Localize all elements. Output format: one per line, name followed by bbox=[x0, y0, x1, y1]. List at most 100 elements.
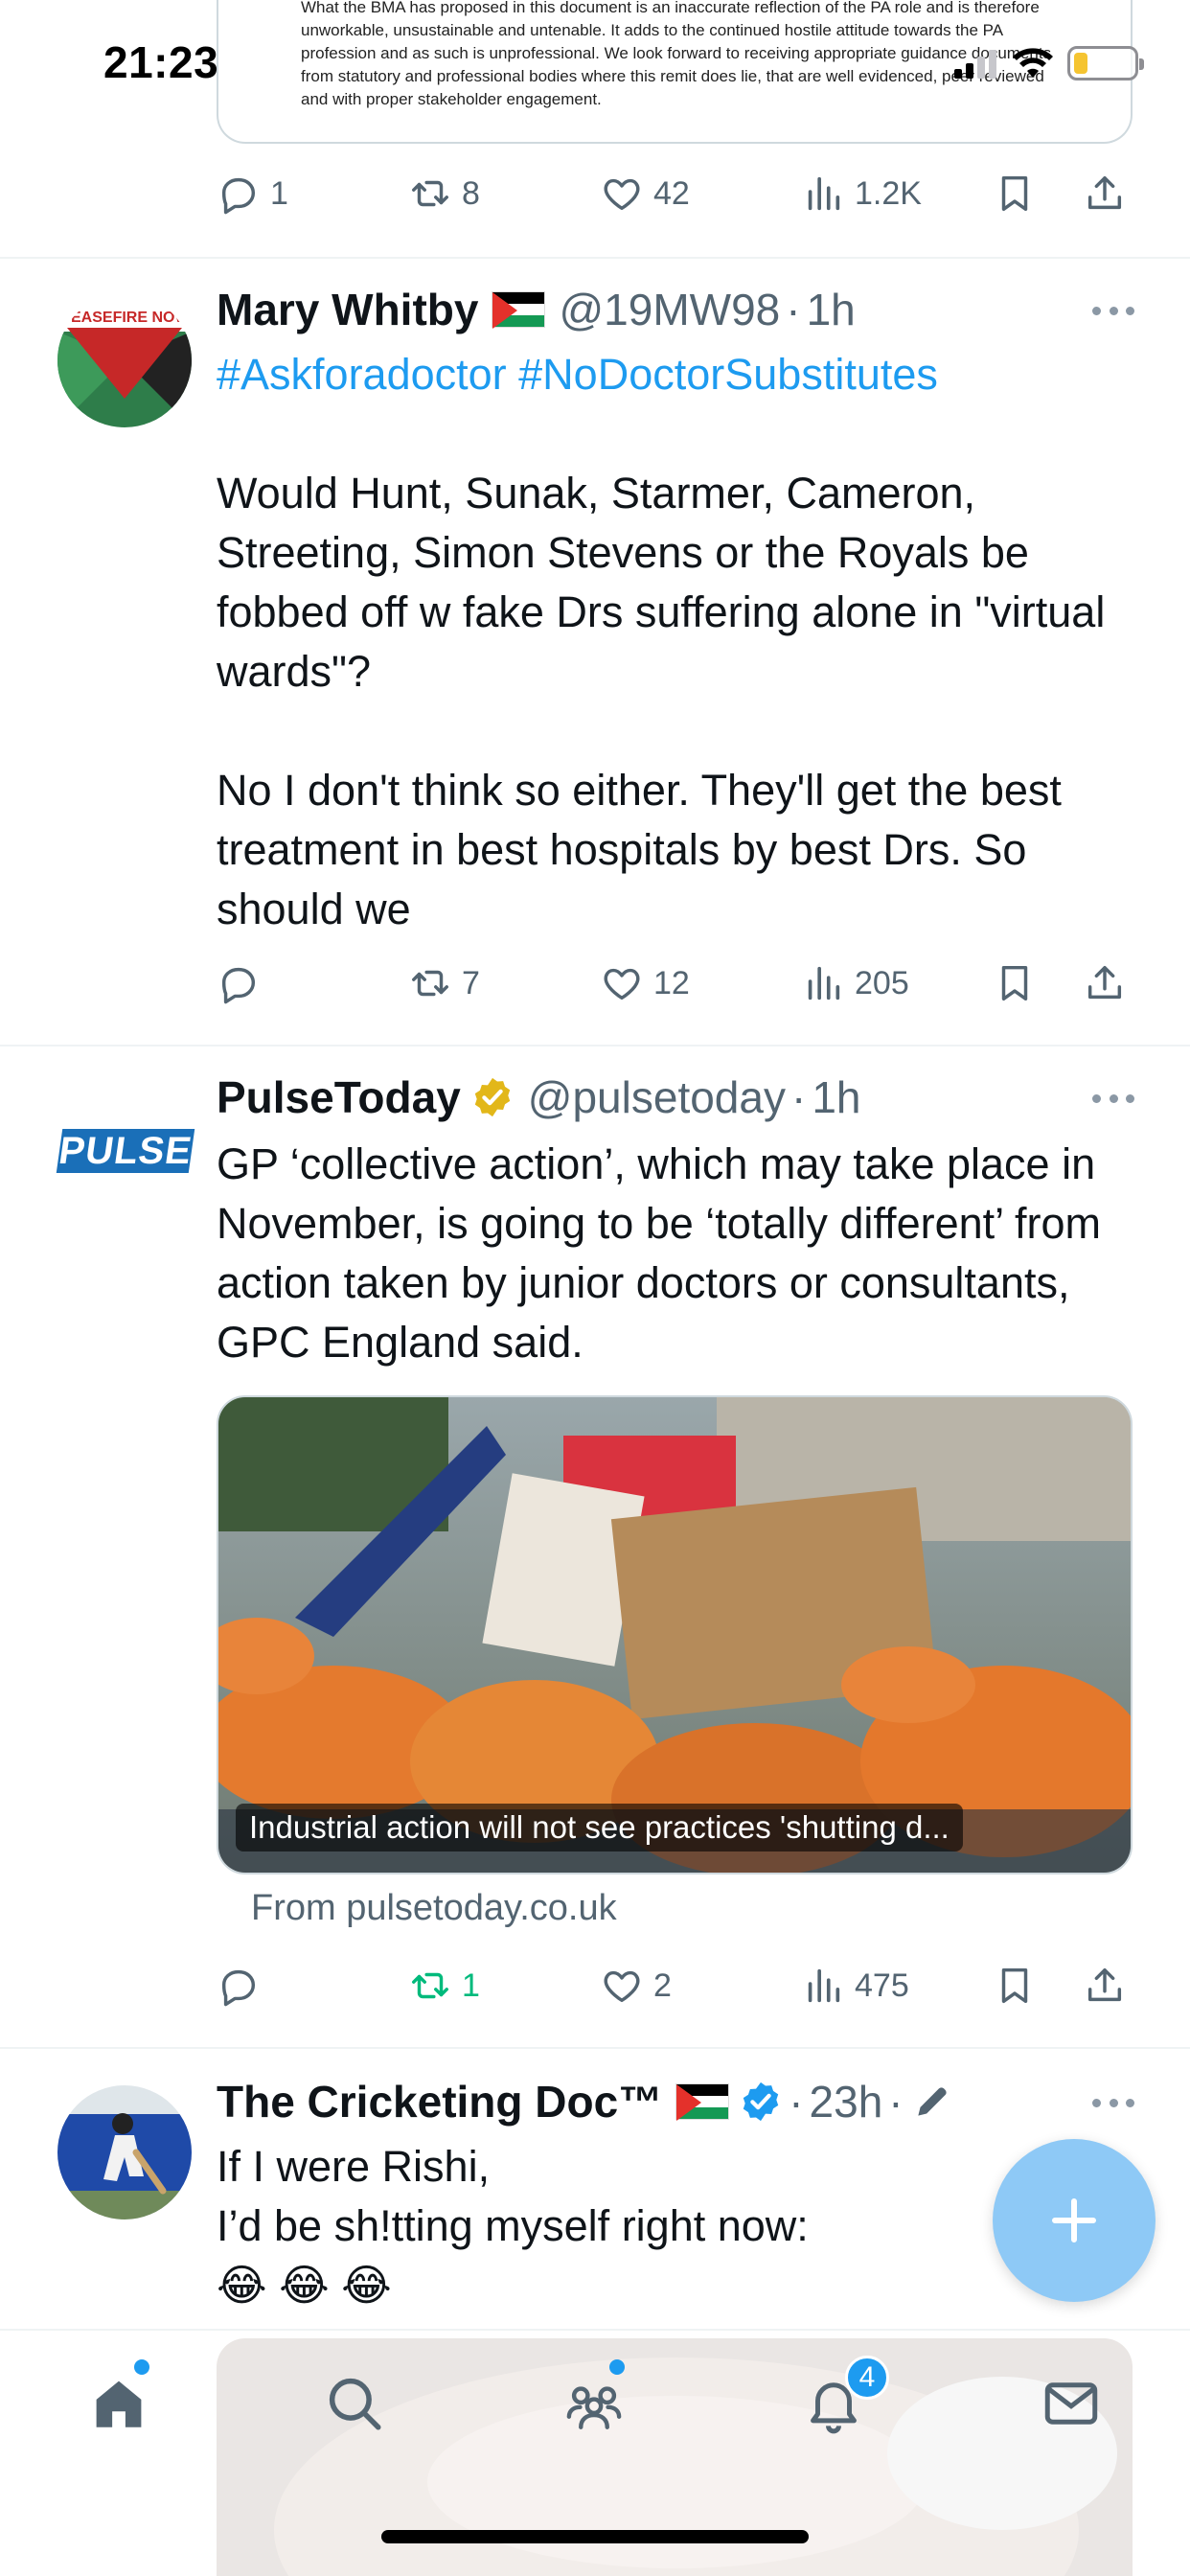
home-indicator bbox=[381, 2530, 809, 2543]
avatar-logo-text: PULSE bbox=[56, 1129, 195, 1172]
author-handle[interactable]: @pulsetoday bbox=[528, 1071, 786, 1123]
tab-search[interactable] bbox=[316, 2365, 393, 2442]
tweet-actions: 1 2 475 bbox=[217, 1957, 1133, 2014]
reply-count: 1 bbox=[270, 174, 288, 212]
author-name[interactable]: PulseToday bbox=[217, 1071, 461, 1123]
like-button[interactable]: 12 bbox=[600, 961, 801, 1005]
repost-button[interactable]: 8 bbox=[408, 172, 600, 216]
tab-home[interactable] bbox=[80, 2365, 157, 2442]
tab-messages[interactable] bbox=[1033, 2365, 1110, 2442]
separator-dot: · bbox=[789, 2077, 804, 2127]
bookmark-icon bbox=[1001, 965, 1028, 1001]
reply-icon bbox=[221, 177, 256, 215]
more-options-button[interactable] bbox=[1092, 1094, 1134, 1106]
repost-button[interactable]: 1 bbox=[408, 1964, 600, 2008]
notifications-badge: 4 bbox=[845, 2356, 889, 2400]
like-icon bbox=[604, 1970, 640, 2003]
share-button[interactable] bbox=[1083, 172, 1127, 216]
repost-icon bbox=[412, 970, 448, 997]
repost-button[interactable]: 7 bbox=[408, 961, 600, 1005]
share-icon bbox=[1087, 175, 1122, 210]
tweet-header: Mary Whitby @19MW98 · 1h bbox=[217, 284, 856, 335]
views-button[interactable]: 205 bbox=[801, 961, 993, 1005]
share-icon bbox=[1087, 1967, 1122, 2002]
like-button[interactable]: 2 bbox=[600, 1964, 801, 2008]
tweet-time: 23h bbox=[809, 2077, 883, 2127]
tab-communities[interactable] bbox=[556, 2365, 632, 2442]
repost-icon bbox=[412, 180, 448, 207]
share-button[interactable] bbox=[1083, 961, 1127, 1005]
like-count: 12 bbox=[653, 964, 690, 1001]
compose-icon bbox=[1052, 2198, 1096, 2242]
tweet-actions: 1 8 42 1.2K bbox=[217, 165, 1133, 222]
author-name[interactable]: Mary Whitby bbox=[217, 284, 478, 335]
repost-icon bbox=[412, 1972, 448, 1999]
compose-button[interactable] bbox=[993, 2139, 1156, 2302]
repost-count: 7 bbox=[462, 964, 480, 1001]
share-button[interactable] bbox=[1083, 1964, 1127, 2008]
reply-icon bbox=[221, 1969, 256, 2007]
avatar-text: CEASEFIRE NOW bbox=[59, 310, 190, 326]
avatar[interactable] bbox=[57, 2085, 192, 2220]
bookmark-icon bbox=[1001, 175, 1028, 212]
reply-icon bbox=[221, 967, 256, 1004]
divider bbox=[0, 1045, 1190, 1046]
author-handle[interactable]: @19MW98 bbox=[559, 284, 780, 335]
more-options-button[interactable] bbox=[1092, 2099, 1134, 2110]
battery-icon bbox=[1067, 46, 1144, 80]
communities-unread-dot bbox=[609, 2359, 625, 2375]
like-count: 42 bbox=[653, 174, 690, 212]
messages-icon bbox=[1044, 2382, 1098, 2425]
tweet-header: The Cricketing Doc™ · 23h · bbox=[217, 2076, 953, 2128]
bookmark-button[interactable] bbox=[993, 172, 1083, 216]
tweet-time: 1h bbox=[806, 285, 856, 334]
repost-count: 8 bbox=[462, 174, 480, 212]
views-icon bbox=[808, 176, 840, 211]
avatar[interactable]: PULSE bbox=[56, 1129, 195, 1173]
more-options-button[interactable] bbox=[1092, 307, 1134, 318]
repost-count: 1 bbox=[462, 1966, 480, 2004]
views-icon bbox=[808, 966, 840, 1000]
like-icon bbox=[604, 178, 640, 211]
reply-button[interactable] bbox=[217, 961, 408, 1005]
separator-dot: · bbox=[790, 1072, 807, 1122]
share-icon bbox=[1087, 965, 1122, 1000]
views-icon bbox=[808, 1968, 840, 2003]
reply-button[interactable]: 1 bbox=[217, 172, 408, 216]
cellular-signal-icon bbox=[954, 50, 996, 79]
link-card-image[interactable]: Industrial action will not see practices… bbox=[217, 1395, 1133, 1874]
bookmark-button[interactable] bbox=[993, 1964, 1083, 2008]
link-source[interactable]: From pulsetoday.co.uk bbox=[251, 1888, 617, 1929]
divider bbox=[0, 257, 1190, 259]
communities-icon bbox=[566, 2386, 622, 2429]
separator-dot: · bbox=[888, 2077, 904, 2127]
palestine-flag-icon bbox=[675, 2083, 730, 2121]
reply-button[interactable] bbox=[217, 1964, 408, 2008]
bookmark-button[interactable] bbox=[993, 961, 1083, 1005]
wifi-icon bbox=[1013, 48, 1053, 78]
avatar[interactable]: CEASEFIRE NOW bbox=[57, 293, 192, 427]
views-count: 205 bbox=[855, 964, 909, 1001]
status-icons bbox=[954, 46, 1144, 80]
tweet-header: PulseToday @pulsetoday · 1h bbox=[217, 1071, 860, 1123]
tweet-hashtags[interactable]: #Askforadoctor #NoDoctorSubstitutes bbox=[217, 345, 1136, 404]
like-button[interactable]: 42 bbox=[600, 172, 801, 216]
quoted-card-text: What the BMA has proposed in this docume… bbox=[301, 0, 1052, 108]
views-count: 1.2K bbox=[855, 174, 922, 212]
views-count: 475 bbox=[855, 1966, 909, 2004]
like-count: 2 bbox=[653, 1966, 672, 2004]
status-time: 21:23 bbox=[103, 37, 219, 87]
like-icon bbox=[604, 968, 640, 1000]
separator-dot: · bbox=[786, 285, 801, 334]
avatar-cricket-image bbox=[57, 2085, 192, 2220]
home-icon bbox=[96, 2380, 142, 2427]
tweet-text: Would Hunt, Sunak, Starmer, Cameron, Str… bbox=[217, 469, 1106, 933]
home-unread-dot bbox=[134, 2359, 149, 2375]
views-button[interactable]: 1.2K bbox=[801, 172, 993, 216]
bookmark-icon bbox=[1001, 1967, 1028, 2004]
views-button[interactable]: 475 bbox=[801, 1964, 993, 2008]
divider bbox=[0, 2047, 1190, 2049]
tweet-actions: 7 12 205 bbox=[217, 954, 1133, 1012]
link-card-caption: Industrial action will not see practices… bbox=[236, 1804, 963, 1852]
author-name[interactable]: The Cricketing Doc™ bbox=[217, 2076, 662, 2128]
